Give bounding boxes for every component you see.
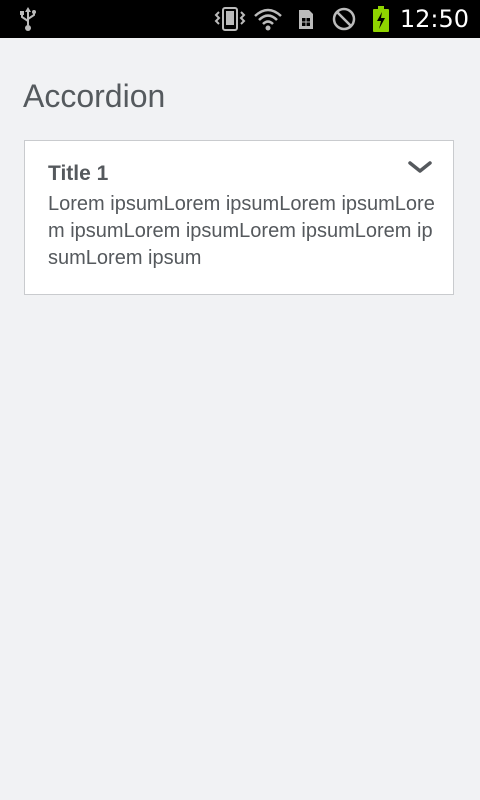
wifi-icon [254,8,282,31]
accordion: Title 1 Lorem ipsumLorem ipsumLorem ipsu… [24,140,454,295]
accordion-item-header[interactable]: Title 1 [25,141,453,189]
accordion-item-content: Lorem ipsumLorem ipsumLorem ipsumLorem i… [48,193,435,269]
page-title: Accordion [23,78,166,114]
battery-charging-icon [373,6,389,32]
usb-icon [20,7,36,31]
status-bar: 12:50 [0,0,480,38]
accordion-item-title: Title 1 [48,162,109,185]
do-not-disturb-icon [332,7,356,31]
sim-card-icon [299,10,313,29]
vibrate-icon [214,7,246,31]
status-time: 12:50 [399,5,469,33]
chevron-down-icon[interactable] [407,159,433,175]
